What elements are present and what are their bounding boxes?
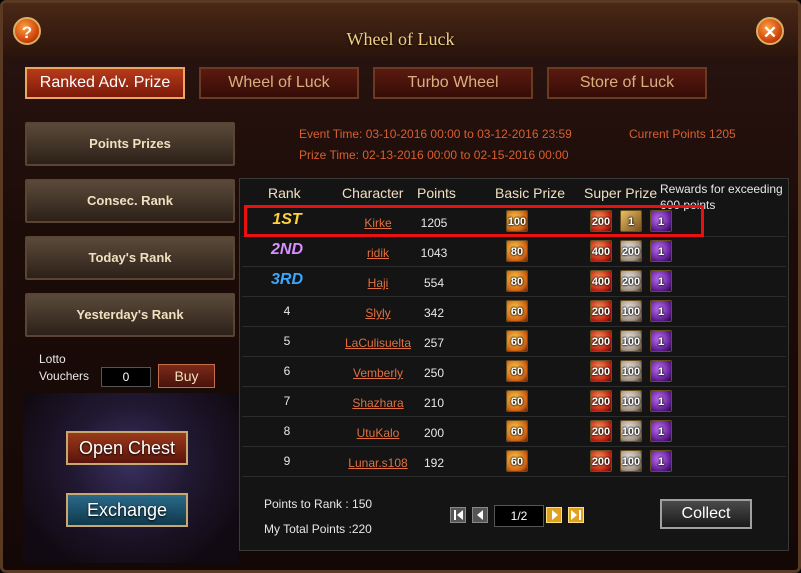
header-rank: Rank (268, 185, 301, 201)
super-prize-icon[interactable]: 1 (650, 240, 672, 262)
tab-wheel-of-luck[interactable]: Wheel of Luck (199, 67, 359, 99)
background-art (23, 393, 239, 563)
super-prize-icon[interactable]: 100 (620, 390, 642, 412)
super-prize-icon[interactable]: 200 (620, 270, 642, 292)
event-info: Event Time: 03-10-2016 00:00 to 03-12-20… (299, 124, 572, 166)
buy-button[interactable]: Buy (158, 364, 215, 388)
my-total-points: My Total Points :220 (264, 522, 372, 536)
lotto-vouchers-field[interactable]: 0 (101, 367, 151, 387)
super-prize-icon[interactable]: 100 (620, 420, 642, 442)
super-prize-icon[interactable]: 100 (620, 450, 642, 472)
open-chest-button[interactable]: Open Chest (66, 431, 188, 465)
lotto-vouchers-label: Lotto Vouchers (39, 352, 90, 383)
table-row: 8 UtuKalo 200 60 200 100 1 (242, 417, 786, 447)
tab-turbo-wheel[interactable]: Turbo Wheel (373, 67, 533, 99)
consec-rank-button[interactable]: Consec. Rank (25, 179, 235, 223)
super-prize-icon[interactable]: 100 (620, 330, 642, 352)
window-title: Wheel of Luck (346, 29, 455, 49)
wheel-of-luck-window: ? Wheel of Luck ✕ Ranked Adv. Prize Whee… (0, 0, 801, 573)
rank-cell: 3RD (270, 271, 303, 288)
rank-cell: 5 (283, 334, 291, 348)
rank-cell: 8 (283, 424, 291, 438)
header-super-prize: Super Prize (584, 185, 658, 201)
super-prize-icon[interactable]: 1 (650, 300, 672, 322)
basic-prize-icon[interactable]: 60 (506, 450, 528, 472)
rank-cell: 2ND (270, 241, 303, 258)
super-prize-icon[interactable]: 200 (620, 240, 642, 262)
basic-prize-icon[interactable]: 80 (506, 240, 528, 262)
collect-button[interactable]: Collect (660, 499, 752, 529)
table-row: 4 Slyly 342 60 200 100 1 (242, 297, 786, 327)
header-points: Points (417, 185, 456, 201)
basic-prize-icon[interactable]: 80 (506, 270, 528, 292)
super-prize-icon[interactable]: 1 (650, 450, 672, 472)
super-prize-icon[interactable]: 1 (650, 420, 672, 442)
super-prize-icon[interactable]: 1 (650, 330, 672, 352)
header-basic-prize: Basic Prize (495, 185, 566, 201)
basic-prize-icon[interactable]: 60 (506, 420, 528, 442)
rank-cell: 9 (283, 454, 291, 468)
todays-rank-button[interactable]: Today's Rank (25, 236, 235, 280)
next-page-icon[interactable] (546, 507, 562, 523)
table-row: 2ND ridik 1043 80 400 200 1 (242, 237, 786, 267)
super-prize-icon[interactable]: 1 (650, 270, 672, 292)
points-cell: 257 (423, 336, 445, 350)
points-cell: 250 (423, 366, 445, 380)
super-prize-icon[interactable]: 400 (590, 240, 612, 262)
tab-store-of-luck[interactable]: Store of Luck (547, 67, 707, 99)
current-points: Current Points 1205 (629, 127, 736, 141)
close-icon[interactable]: ✕ (756, 17, 784, 45)
points-cell: 1043 (420, 246, 448, 260)
header-character: Character (342, 185, 404, 201)
super-prize-icon[interactable]: 400 (590, 270, 612, 292)
points-cell: 210 (423, 396, 445, 410)
basic-prize-icon[interactable]: 60 (506, 330, 528, 352)
points-cell: 342 (423, 306, 445, 320)
super-prize-icon[interactable]: 200 (590, 390, 612, 412)
tab-ranked-adv-prize[interactable]: Ranked Adv. Prize (25, 67, 185, 99)
points-prizes-button[interactable]: Points Prizes (25, 122, 235, 166)
event-time: Event Time: 03-10-2016 00:00 to 03-12-20… (299, 127, 572, 141)
points-to-rank: Points to Rank : 150 (264, 497, 373, 511)
super-prize-icon[interactable]: 100 (620, 360, 642, 382)
highlight-box (244, 205, 704, 237)
yesterdays-rank-button[interactable]: Yesterday's Rank (25, 293, 235, 337)
table-row: 9 Lunar.s108 192 60 200 100 1 (242, 447, 786, 477)
basic-prize-icon[interactable]: 60 (506, 390, 528, 412)
title-bar: ? Wheel of Luck ✕ (3, 3, 798, 57)
super-prize-icon[interactable]: 1 (650, 360, 672, 382)
basic-prize-icon[interactable]: 60 (506, 360, 528, 382)
page-indicator: 1/2 (494, 505, 544, 527)
prize-time: Prize Time: 02-13-2016 00:00 to 02-15-20… (299, 148, 569, 162)
table-row: 3RD Haji 554 80 400 200 1 (242, 267, 786, 297)
rank-cell: 7 (283, 394, 291, 408)
super-prize-icon[interactable]: 200 (590, 450, 612, 472)
table-row: 5 LaCulisuelta 257 60 200 100 1 (242, 327, 786, 357)
points-cell: 200 (423, 426, 445, 440)
points-cell: 554 (423, 276, 445, 290)
prev-page-icon[interactable] (472, 507, 488, 523)
super-prize-icon[interactable]: 200 (590, 330, 612, 352)
super-prize-icon[interactable]: 1 (650, 390, 672, 412)
basic-prize-icon[interactable]: 60 (506, 300, 528, 322)
super-prize-icon[interactable]: 200 (590, 420, 612, 442)
table-row: 6 Vemberly 250 60 200 100 1 (242, 357, 786, 387)
super-prize-icon[interactable]: 100 (620, 300, 642, 322)
rank-cell: 4 (283, 304, 291, 318)
last-page-icon[interactable] (568, 507, 584, 523)
super-prize-icon[interactable]: 200 (590, 360, 612, 382)
table-row: 7 Shazhara 210 60 200 100 1 (242, 387, 786, 417)
super-prize-icon[interactable]: 200 (590, 300, 612, 322)
points-cell: 192 (423, 456, 445, 470)
exchange-button[interactable]: Exchange (66, 493, 188, 527)
rank-cell: 6 (283, 364, 291, 378)
first-page-icon[interactable] (450, 507, 466, 523)
